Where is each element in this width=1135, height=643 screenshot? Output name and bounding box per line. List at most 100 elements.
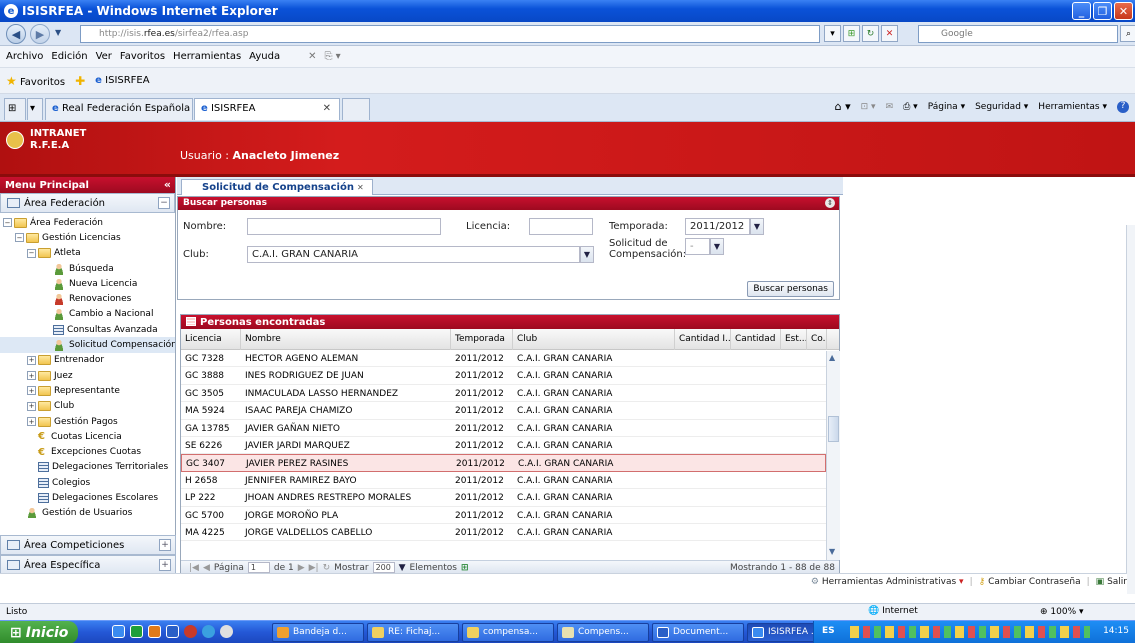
tab-list-icon[interactable]: ▾ (27, 98, 43, 120)
quicklaunch-excel-icon[interactable] (130, 625, 143, 638)
exit-link[interactable]: ▣ Salir (1096, 577, 1127, 587)
table-row[interactable]: GA 13785 JAVIER GAÑAN NIETO 2011/2012 C.A.I… (181, 420, 826, 437)
table-row[interactable]: SE 6226 JAVIER JARDI MARQUEZ 2011/2012 C.A.… (181, 437, 826, 455)
tab-rfea[interactable]: e Real Federación Española de... (45, 98, 193, 120)
tree-item[interactable]: − Atleta (0, 246, 175, 261)
column-header[interactable]: Co... (807, 329, 827, 350)
column-header[interactable]: Temporada (451, 329, 513, 350)
search-icon[interactable]: ⌕ (1120, 25, 1135, 42)
taskbar-compensa[interactable]: compensa... (462, 623, 554, 642)
tree-item[interactable]: € Cuotas Licencia (0, 429, 175, 444)
column-header[interactable]: Club (513, 329, 675, 350)
zoom-control[interactable]: ⊕ 100% ▾ (1040, 607, 1084, 617)
results-scrollbar[interactable]: ▲ ▼ (826, 351, 840, 560)
forward-button[interactable]: ▶ (30, 24, 50, 44)
start-button[interactable]: ⊞ Inicio (0, 621, 78, 643)
page-input[interactable]: 1 (247, 562, 270, 573)
maximize-button[interactable]: ❐ (1093, 2, 1112, 20)
collapse-icon[interactable]: − (3, 218, 12, 228)
expand-toggle-icon[interactable]: + (159, 539, 171, 551)
next-page-icon[interactable]: ▶ (298, 563, 305, 573)
scroll-down-icon[interactable]: ▼ (829, 547, 835, 556)
table-row[interactable]: GC 5700 JORGE MOROÑO PLA 2011/2012 C.A.I. G… (181, 507, 826, 524)
column-header[interactable]: Cantidad I... (675, 329, 731, 350)
first-page-icon[interactable]: |◀ (189, 563, 199, 573)
close-tab-icon[interactable]: ✕ (357, 183, 364, 192)
quicklaunch-word-icon[interactable] (166, 625, 179, 638)
quicklaunch-app-icon[interactable] (184, 625, 197, 638)
tree-item[interactable]: Solicitud Compensación (0, 337, 175, 353)
export-excel-icon[interactable]: ⊞ (461, 563, 469, 573)
tree-item[interactable]: + Club (0, 399, 175, 414)
menu-ver[interactable]: Ver (96, 51, 112, 62)
tree-item[interactable]: € Excepciones Cuotas (0, 444, 175, 459)
temporada-select[interactable]: 2011/2012 (685, 218, 750, 235)
taskbar-compens[interactable]: Compens... (557, 623, 649, 642)
accordion-area-federacion[interactable]: Área Federación − (0, 193, 175, 213)
column-header[interactable]: Est... (781, 329, 807, 350)
mail-icon[interactable]: ✉ (886, 102, 894, 112)
close-tab-icon[interactable]: ✕ (323, 103, 331, 114)
collapse-toggle-icon[interactable]: − (158, 197, 170, 209)
quick-tabs-icon[interactable]: ⊞ (4, 98, 26, 120)
scrollbar-thumb[interactable] (828, 416, 839, 442)
club-select[interactable]: C.A.I. GRAN CANARIA (247, 246, 580, 263)
translate-icon[interactable]: ⎘ ▾ (324, 51, 340, 62)
taskbar-document[interactable]: Document... (652, 623, 744, 642)
tree-item[interactable]: − Área Federación (0, 215, 175, 230)
expand-icon[interactable]: + (27, 355, 36, 365)
new-tab-button[interactable] (342, 98, 370, 120)
tab-solicitud-compensacion[interactable]: Solicitud de Compensación ✕ (181, 179, 373, 195)
minimize-button[interactable]: _ (1072, 2, 1091, 20)
tree-item[interactable]: Delegaciones Territoriales (0, 460, 175, 475)
menu-herramientas[interactable]: Herramientas (173, 51, 241, 62)
accordion-area-especifica[interactable]: Área Específica + (0, 555, 176, 575)
stop-icon[interactable]: ✕ (881, 25, 898, 42)
quicklaunch-app2-icon[interactable] (202, 625, 215, 638)
collapse-icon[interactable]: − (15, 233, 24, 243)
tree-item[interactable]: + Entrenador (0, 353, 175, 368)
table-row[interactable]: GC 3407 JAVIER PEREZ RASINES 2011/2012 C.A.… (181, 454, 826, 472)
nombre-input[interactable] (247, 218, 441, 235)
collapse-sidebar-icon[interactable]: « (164, 178, 171, 191)
collapse-icon[interactable]: − (27, 248, 36, 258)
taskbar-bandeja[interactable]: Bandeja d... (272, 623, 364, 642)
tree-item[interactable]: + Juez (0, 368, 175, 383)
refresh-icon[interactable]: ↻ (323, 563, 331, 573)
admin-tools-menu[interactable]: ⚙ Herramientas Administrativas ▾ (811, 577, 964, 587)
scroll-up-icon[interactable]: ▲ (829, 353, 835, 362)
panel-tool-icon[interactable]: ⇕ (825, 198, 835, 208)
tree-item[interactable]: Gestión de Usuarios (0, 506, 175, 518)
tab-isisrfea[interactable]: e ISISRFEA ✕ (194, 98, 340, 120)
menu-favoritos[interactable]: Favoritos (120, 51, 165, 62)
feeds-icon[interactable]: ⊡ ▾ (861, 102, 876, 112)
tree-item[interactable]: − Gestión Licencias (0, 230, 175, 245)
solicitud-dropdown-icon[interactable]: ▼ (710, 238, 724, 255)
back-button[interactable]: ◀ (6, 24, 26, 44)
tree-item[interactable]: + Gestión Pagos (0, 414, 175, 429)
expand-icon[interactable]: + (27, 417, 36, 426)
fav-link-isisrfea[interactable]: e ISISRFEA (95, 75, 149, 86)
column-header[interactable]: Nombre (241, 329, 451, 350)
print-icon[interactable]: ⎙ ▾ (903, 102, 918, 112)
page-size-input[interactable]: 200 (372, 562, 395, 573)
temporada-dropdown-icon[interactable]: ▼ (750, 218, 764, 235)
quicklaunch-ie-icon[interactable] (112, 625, 125, 638)
tree-item[interactable]: Renovaciones (0, 291, 175, 306)
page-scrollbar[interactable] (1126, 225, 1135, 594)
tree-item[interactable]: Delegaciones Escolares (0, 490, 175, 505)
expand-toggle-icon[interactable]: + (159, 559, 171, 571)
address-dropdown-icon[interactable]: ▾ (824, 25, 841, 42)
language-indicator[interactable]: ES (822, 626, 835, 636)
change-password-link[interactable]: ⚷ Cambiar Contraseña (979, 577, 1081, 587)
club-dropdown-icon[interactable]: ▼ (580, 246, 594, 263)
favorites-button[interactable]: ★ Favoritos (6, 74, 65, 88)
column-header[interactable]: Licencia (181, 329, 241, 350)
prev-page-icon[interactable]: ◀ (203, 563, 210, 573)
page-size-dropdown-icon[interactable]: ▼ (399, 563, 406, 573)
table-row[interactable]: MA 5924 ISAAC PAREJA CHAMIZO 2011/2012 C.A.… (181, 402, 826, 420)
page-menu[interactable]: Página ▾ (928, 102, 965, 112)
help-icon[interactable]: ? (1117, 100, 1129, 113)
menu-archivo[interactable]: Archivo (6, 51, 43, 62)
accordion-area-competiciones[interactable]: Área Competiciones + (0, 535, 176, 555)
